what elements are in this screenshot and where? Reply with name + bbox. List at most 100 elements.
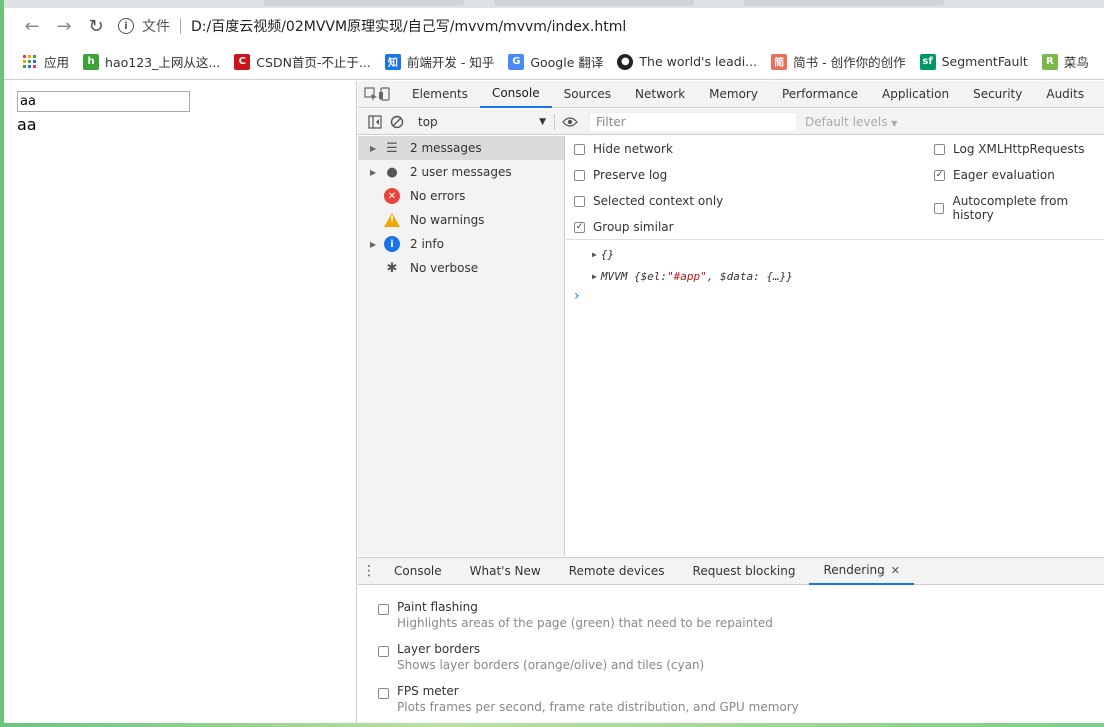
browser-window: ← → ↻ i 文件 D:/百度云视频/02MVVM原理实现/自己写/mvvm/… [4, 0, 1104, 723]
info-icon[interactable]: i [118, 18, 134, 34]
bookmark-label: 前端开发 - 知乎 [406, 55, 495, 70]
tab-elements[interactable]: Elements [400, 81, 480, 108]
live-expression-eye-icon[interactable] [559, 111, 581, 133]
drawer-tab-what-s-new[interactable]: What's New [456, 558, 555, 585]
checkbox[interactable] [934, 143, 945, 155]
bookmark-label: Google 翻译 [530, 55, 604, 70]
devtools-panel: Elements Console Sources Network Memory Perfo… [358, 81, 1104, 723]
sidebar-item[interactable]: ✕ No errors [358, 184, 564, 208]
tab-security[interactable]: Security [961, 81, 1034, 108]
sidebar-item[interactable]: ▶ ☰ 2 messages [358, 136, 564, 160]
log-entry[interactable]: ▶ MVVM {$el: "#app", $data: {…}} [566, 265, 1104, 287]
bookmark-item[interactable]: C CSDN首页-不止于... [234, 52, 371, 71]
sidebar-item-label: No verbose [410, 261, 479, 275]
segmentfault-icon: sf [919, 53, 936, 70]
text-input[interactable] [17, 91, 190, 112]
drawer-tab-request-blocking[interactable]: Request blocking [679, 558, 810, 585]
setting-preserve-log[interactable]: Preserve log [574, 168, 667, 182]
runoob-icon: R [1041, 53, 1058, 70]
expand-triangle-icon[interactable]: ▶ [592, 250, 597, 259]
setting-hide-network[interactable]: Hide network [574, 142, 673, 156]
setting-log-xmlhttprequests[interactable]: Log XMLHttpRequests [934, 142, 1085, 156]
jianshu-icon: 简 [771, 53, 788, 70]
sidebar-item[interactable]: ▶ i 2 info [358, 232, 564, 256]
checkbox[interactable] [378, 688, 389, 699]
bookmark-item[interactable]: 知前端开发 - 知乎 [384, 52, 495, 71]
tab-layer[interactable]: Layer [1096, 81, 1104, 108]
user-icon: ● [386, 164, 398, 180]
console-settings: Hide network Preserve log Selected context… [566, 136, 1104, 240]
context-selector[interactable]: top ▼ [414, 112, 550, 132]
forward-icon[interactable]: → [48, 10, 80, 42]
checkbox[interactable]: ✓ [934, 169, 945, 181]
drawer-tab-console[interactable]: Console [380, 558, 456, 585]
drawer-tab-bar: ⋮ Console What's New Remote devices Request… [358, 557, 1104, 585]
tab-memory[interactable]: Memory [697, 81, 770, 108]
context-label: top [418, 114, 438, 129]
expand-triangle-icon[interactable]: ▶ [370, 168, 384, 177]
bookmark-item[interactable]: G Google 翻译 [508, 52, 603, 71]
back-icon[interactable]: ← [16, 10, 48, 42]
log-levels-dropdown[interactable]: Default levels ▼ [805, 115, 897, 129]
bookmarks-bar: 应用 h hao123_上网从这... C CSDN首页-不止于... 知前端开发 - 知… [4, 44, 1104, 80]
drawer-tab-rendering[interactable]: Rendering ✕ [809, 558, 914, 585]
checkbox[interactable] [378, 646, 389, 657]
log-entry[interactable]: ▶ {} [566, 243, 1104, 265]
browser-tab[interactable] [264, 0, 464, 6]
tab-console[interactable]: Console [479, 81, 552, 108]
tab-audits[interactable]: Audits [1034, 81, 1096, 108]
url-text[interactable]: D:/百度云视频/02MVVM原理实现/自己写/mvvm/mvvm/index.… [191, 16, 626, 36]
tab-sources[interactable]: Sources [552, 81, 623, 108]
sidebar-toggle-icon[interactable] [364, 111, 386, 133]
inspect-element-icon[interactable] [364, 83, 378, 105]
hao123-icon: h [83, 53, 100, 70]
bookmark-item[interactable]: ● The world's leadi... [617, 53, 757, 70]
address-prefix: 文件 [142, 19, 170, 35]
checkbox[interactable] [934, 202, 945, 214]
tab-performance[interactable]: Performance [770, 81, 870, 108]
setting-group-similar[interactable]: ✓ Group similar [574, 220, 674, 234]
browser-tab[interactable] [494, 0, 694, 6]
bookmark-label: 简书 - 创作你的创作 [793, 55, 906, 70]
checkbox[interactable] [574, 195, 585, 207]
drawer-tab-remote-devices[interactable]: Remote devices [555, 558, 679, 585]
tab-strip [4, 0, 1104, 8]
expand-triangle-icon[interactable]: ▶ [592, 272, 597, 281]
setting-eager-evaluation[interactable]: ✓ Eager evaluation [934, 168, 1055, 182]
sidebar-item[interactable]: ✱ No verbose [358, 256, 564, 280]
tab-network[interactable]: Network [623, 81, 697, 108]
checkbox[interactable]: ✓ [574, 221, 585, 233]
expand-triangle-icon[interactable]: ▶ [370, 240, 384, 249]
bookmark-item[interactable]: 简简书 - 创作你的创作 [771, 52, 906, 71]
checkbox[interactable] [574, 169, 585, 181]
browser-toolbar: ← → ↻ i 文件 D:/百度云视频/02MVVM原理实现/自己写/mvvm/… [4, 8, 1104, 44]
bookmark-item[interactable]: sf SegmentFault [919, 53, 1028, 70]
rendering-option[interactable]: Layer borders Shows layer borders (orange… [378, 642, 704, 672]
device-toolbar-icon[interactable] [378, 83, 392, 105]
browser-tab[interactable] [744, 0, 944, 6]
rendering-option[interactable]: FPS meter Plots frames per second, frame … [378, 684, 799, 714]
address-bar[interactable]: i 文件 D:/百度云视频/02MVVM原理实现/自己写/mvvm/mvvm/i… [118, 12, 1104, 40]
console-log-area: ▶ {} ▶ MVVM {$el: "#app", $data: {…}} › [566, 241, 1104, 556]
setting-autocomplete-from-history[interactable]: Autocomplete from history [934, 194, 1104, 222]
close-icon[interactable]: ✕ [891, 564, 900, 577]
tab-application[interactable]: Application [870, 81, 961, 108]
bug-icon: ✱ [386, 260, 398, 276]
sidebar-item[interactable]: ! No warnings [358, 208, 564, 232]
checkbox[interactable] [574, 143, 585, 155]
rendering-option[interactable]: Paint flashing Highlights areas of the pa… [378, 600, 773, 630]
bookmark-item[interactable]: R 菜鸟 [1041, 52, 1089, 71]
bookmark-item[interactable]: 应用 [22, 52, 69, 71]
rendering-option-desc: Plots frames per second, frame rate dist… [397, 700, 799, 714]
dropdown-arrow-icon: ▼ [539, 116, 546, 127]
setting-selected-context-only[interactable]: Selected context only [574, 194, 723, 208]
clear-console-icon[interactable] [386, 111, 408, 133]
drawer-menu-icon[interactable]: ⋮ [358, 563, 380, 579]
sidebar-item[interactable]: ▶ ● 2 user messages [358, 160, 564, 184]
filter-input[interactable]: Filter [589, 111, 797, 132]
checkbox[interactable] [378, 604, 389, 615]
reload-icon[interactable]: ↻ [80, 10, 112, 42]
console-prompt[interactable]: › [566, 287, 1104, 305]
bookmark-item[interactable]: h hao123_上网从这... [83, 52, 220, 71]
expand-triangle-icon[interactable]: ▶ [370, 144, 384, 153]
